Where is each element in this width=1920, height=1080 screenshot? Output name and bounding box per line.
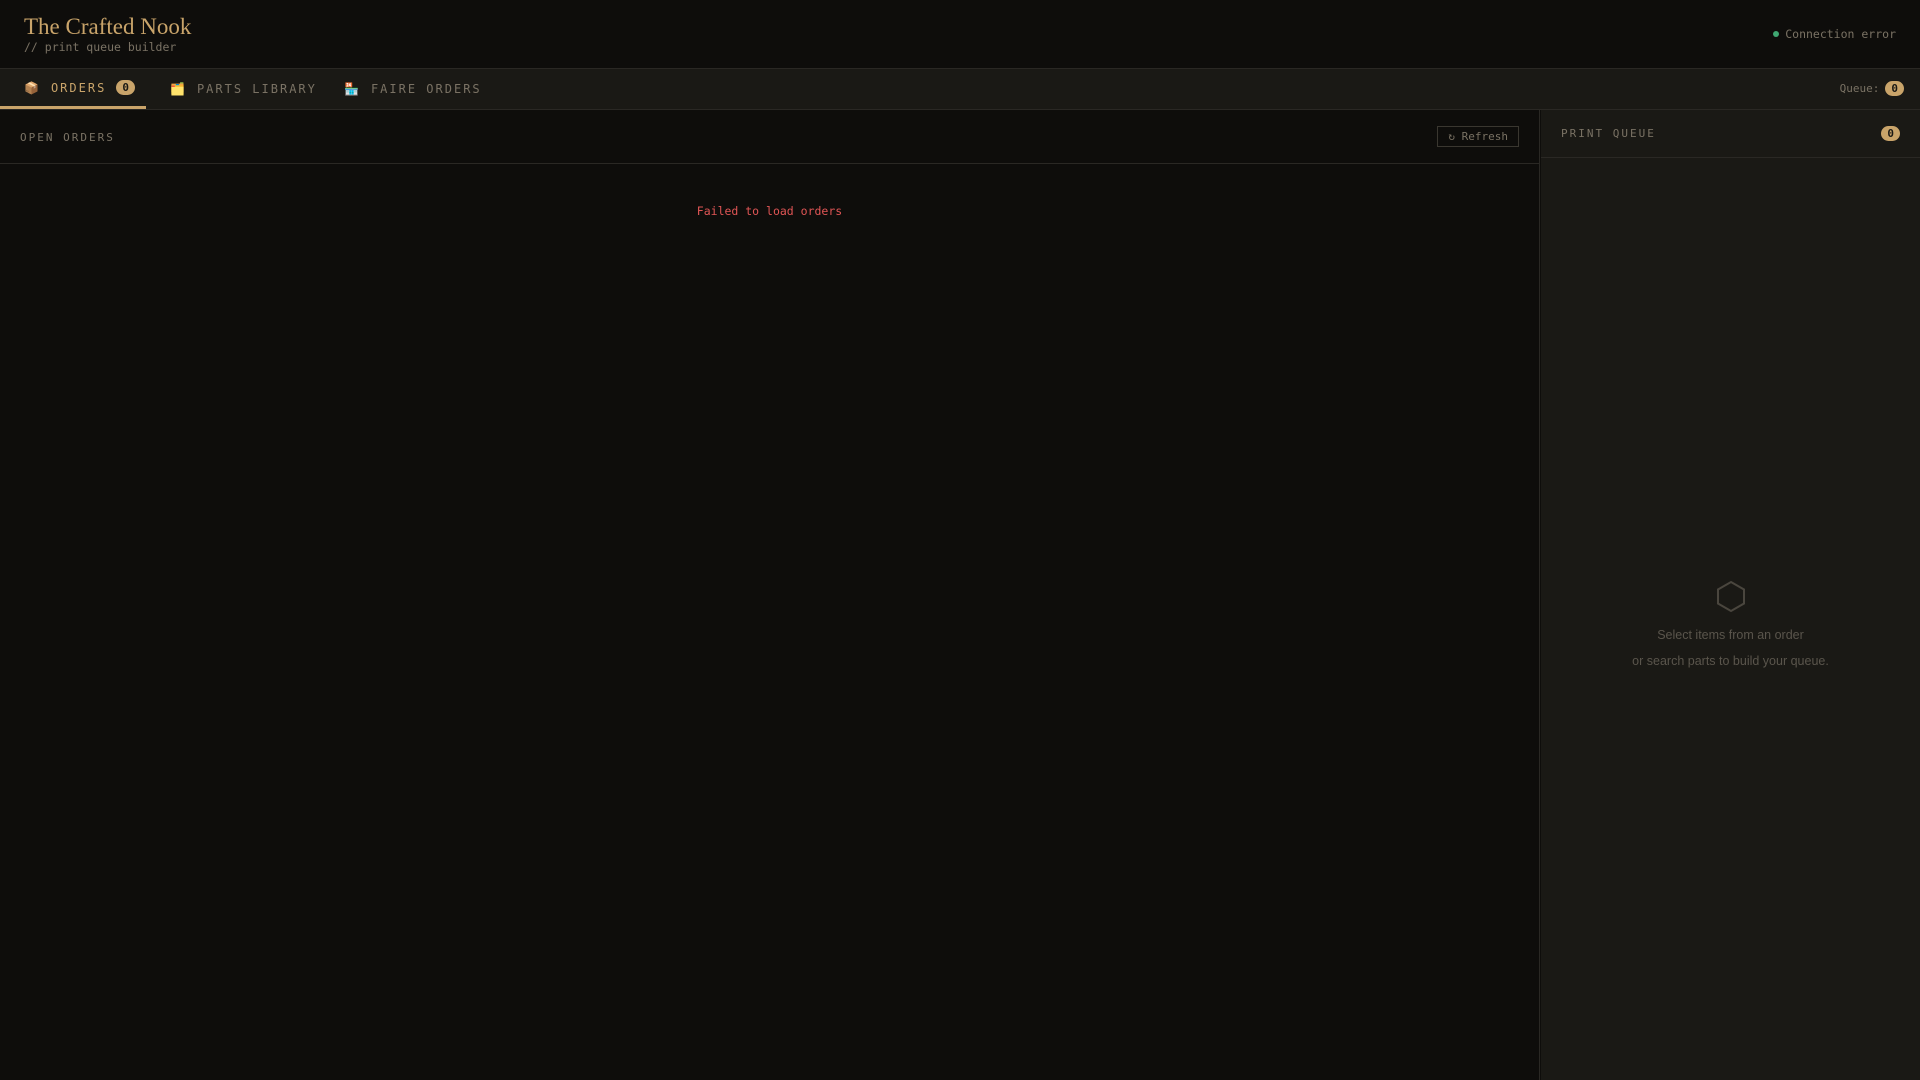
app-header: The Crafted Nook // print queue builder … <box>0 0 1920 69</box>
connection-status: Connection error <box>1773 27 1896 41</box>
queue-count-badge: 0 <box>1885 81 1904 96</box>
status-dot-icon <box>1773 31 1780 37</box>
app-title: The Crafted Nook <box>24 14 192 39</box>
folder-icon: 🗂️ <box>170 82 187 96</box>
orders-panel-header: OPEN ORDERS ↻ Refresh <box>0 110 1539 164</box>
package-icon: 📦 <box>24 80 41 95</box>
tab-parts-library[interactable]: 🗂️ PARTS LIBRARY <box>146 69 317 109</box>
error-message: Failed to load orders <box>696 204 843 218</box>
print-queue-title: PRINT QUEUE <box>1561 127 1656 140</box>
store-icon: 🏪 <box>344 82 361 96</box>
app-subtitle: // print queue builder <box>24 40 177 54</box>
queue-indicator: Queue: 0 <box>1840 81 1904 96</box>
tab-bar: 📦 ORDERS 0 🗂️ PARTS LIBRARY 🏪 FAIRE ORDE… <box>0 69 1920 110</box>
tab-label: FAIRE ORDERS <box>370 82 482 96</box>
orders-panel-title: OPEN ORDERS <box>20 131 115 144</box>
tab-faire-orders[interactable]: 🏪 FAIRE ORDERS <box>320 69 482 109</box>
hexagon-icon <box>1716 580 1745 612</box>
print-queue-count-badge: 0 <box>1881 126 1900 141</box>
orders-count-badge: 0 <box>116 80 135 95</box>
status-text: Connection error <box>1785 27 1896 41</box>
tab-label: PARTS LIBRARY <box>196 82 317 96</box>
refresh-button[interactable]: ↻ Refresh <box>1437 126 1519 147</box>
tab-label: ORDERS <box>50 80 107 95</box>
tab-orders[interactable]: 📦 ORDERS 0 <box>0 69 146 109</box>
print-queue-header: PRINT QUEUE 0 <box>1541 110 1920 158</box>
queue-label: Queue: <box>1839 82 1880 95</box>
orders-panel: OPEN ORDERS ↻ Refresh Failed to load ord… <box>0 110 1540 1080</box>
empty-state: Select items from an order or search par… <box>1541 580 1920 674</box>
print-queue-panel: PRINT QUEUE 0 Select items from an order… <box>1541 110 1920 1080</box>
empty-state-line2: or search parts to build your queue. <box>1632 654 1829 668</box>
empty-state-line1: Select items from an order <box>1657 628 1804 642</box>
